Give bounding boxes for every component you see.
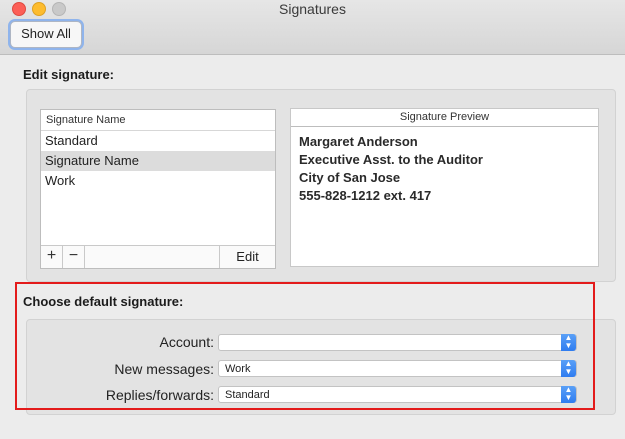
list-item-standard[interactable]: Standard	[41, 131, 275, 151]
preview-line-title: Executive Asst. to the Auditor	[299, 152, 483, 167]
remove-signature-button[interactable]: −	[63, 246, 85, 268]
signature-preview-body: Margaret Anderson Executive Asst. to the…	[291, 127, 598, 205]
edit-signature-label: Edit signature:	[23, 67, 115, 82]
add-signature-button[interactable]: +	[41, 246, 63, 268]
list-item-signature-name[interactable]: Signature Name	[41, 151, 275, 171]
signature-list-footer: + − Edit	[41, 245, 275, 268]
edit-signature-button[interactable]: Edit	[219, 246, 275, 268]
highlight-box	[15, 282, 595, 410]
list-item-work[interactable]: Work	[41, 171, 275, 191]
signature-preview-header: Signature Preview	[291, 109, 598, 127]
preview-line-name: Margaret Anderson	[299, 134, 418, 149]
signature-list: Signature Name Standard Signature Name W…	[40, 109, 276, 269]
show-all-button[interactable]: Show All	[10, 21, 82, 48]
preview-line-org: City of San Jose	[299, 170, 401, 185]
window-title: Signatures	[279, 1, 346, 17]
preview-line-phone: 555-828-1212 ext. 417	[299, 188, 432, 203]
signature-preview: Signature Preview Margaret Anderson Exec…	[290, 108, 599, 267]
window-titlebar: Signatures Show All	[0, 0, 625, 55]
signature-list-header: Signature Name	[41, 110, 275, 131]
